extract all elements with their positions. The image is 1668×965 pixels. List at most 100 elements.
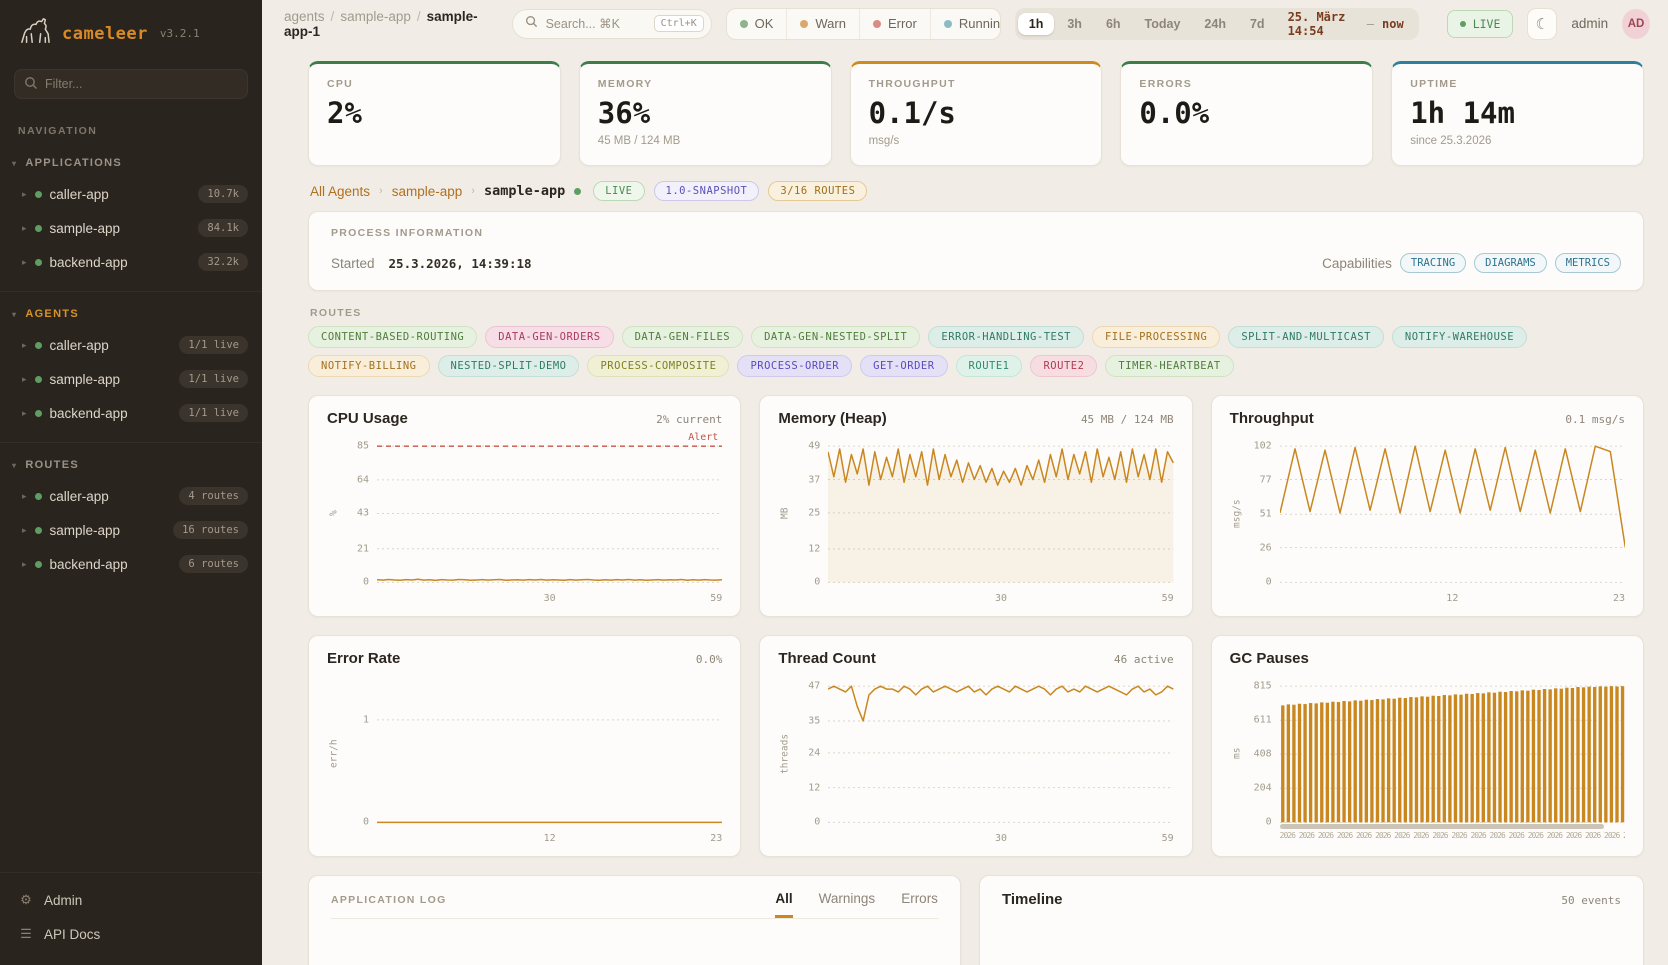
search-input[interactable]	[546, 17, 646, 31]
chevron-right-icon: ▸	[22, 223, 27, 234]
chart-plot-area[interactable]	[828, 437, 1173, 590]
route-chip-route2[interactable]: ROUTE2	[1030, 355, 1097, 377]
route-chip-split-and-multicast[interactable]: SPLIT-AND-MULTICAST	[1228, 326, 1384, 348]
breadcrumb-sample-app[interactable]: sample-app	[340, 9, 411, 24]
chart-plot-area[interactable]	[1280, 437, 1625, 590]
footer-item-api-docs[interactable]: ☰API Docs	[0, 917, 262, 951]
sidebar-item-label: sample-app	[50, 523, 166, 538]
agent-badge-1-0-snapshot: 1.0-SNAPSHOT	[654, 181, 760, 201]
logo[interactable]: cameleer v3.2.1	[0, 0, 262, 61]
capability-chip-tracing: TRACING	[1400, 253, 1466, 273]
time-range-6h[interactable]: 6h	[1095, 13, 1132, 35]
chart-current-value: 46 active	[1114, 653, 1174, 666]
kpi-row: CPU2%MEMORY36%45 MB / 124 MBTHROUGHPUT0.…	[308, 61, 1644, 166]
log-tab-all[interactable]: All	[775, 891, 792, 918]
sidebar-item-sample-app[interactable]: ▸sample-app16 routes	[0, 513, 262, 547]
chart-plot-area[interactable]	[377, 677, 722, 830]
route-chip-timer-heartbeat[interactable]: TIMER-HEARTBEAT	[1105, 355, 1233, 377]
y-tick-label: 43	[357, 508, 369, 519]
time-range-24h[interactable]: 24h	[1193, 13, 1237, 35]
time-range-7d[interactable]: 7d	[1239, 13, 1276, 35]
section-header-routes[interactable]: ▾ROUTES	[0, 453, 262, 479]
sidebar-item-backend-app[interactable]: ▸backend-app6 routes	[0, 547, 262, 581]
kpi-subtext: msg/s	[869, 135, 1084, 147]
route-chip-data-gen-files[interactable]: DATA-GEN-FILES	[622, 326, 744, 348]
chart-card-memory-heap-: Memory (Heap) 45 MB / 124 MB MB 49372512…	[759, 395, 1192, 617]
route-chip-content-based-routing[interactable]: CONTENT-BASED-ROUTING	[308, 326, 477, 348]
chart-card-error-rate: Error Rate 0.0% err/h 10 1223	[308, 635, 741, 857]
section-header-applications[interactable]: ▾APPLICATIONS	[0, 151, 262, 177]
agent-crumb-all[interactable]: All Agents	[310, 184, 370, 199]
sidebar-item-backend-app[interactable]: ▸backend-app1/1 live	[0, 396, 262, 430]
status-filter-error[interactable]: Error	[860, 9, 931, 39]
route-chip-file-processing[interactable]: FILE-PROCESSING	[1092, 326, 1220, 348]
x-range-scrollbar[interactable]	[1280, 824, 1605, 829]
status-filter-label: OK	[755, 16, 774, 31]
main-content: CPU2%MEMORY36%45 MB / 124 MBTHROUGHPUT0.…	[262, 47, 1668, 965]
y-tick-label: 25	[808, 507, 820, 518]
chart-plot-area[interactable]	[828, 677, 1173, 830]
chart-title: Thread Count	[778, 650, 876, 667]
log-tab-warnings[interactable]: Warnings	[819, 891, 876, 918]
status-filter-ok[interactable]: OK	[727, 9, 788, 39]
chart-card-throughput: Throughput 0.1 msg/s msg/s 1027751260 12…	[1211, 395, 1644, 617]
route-chip-data-gen-orders[interactable]: DATA-GEN-ORDERS	[485, 326, 613, 348]
section-header-agents[interactable]: ▾AGENTS	[0, 302, 262, 328]
time-range-today[interactable]: Today	[1134, 13, 1192, 35]
chart-y-ticks: 493725120	[792, 437, 828, 590]
agent-current: sample-app	[484, 183, 565, 199]
global-search[interactable]: Ctrl+K	[512, 9, 712, 39]
route-chip-process-composite[interactable]: PROCESS-COMPOSITE	[587, 355, 729, 377]
route-chip-notify-billing[interactable]: NOTIFY-BILLING	[308, 355, 430, 377]
route-chip-error-handling-test[interactable]: ERROR-HANDLING-TEST	[928, 326, 1084, 348]
agent-crumb-app[interactable]: sample-app	[392, 184, 463, 199]
route-chip-nested-split-demo[interactable]: NESTED-SPLIT-DEMO	[438, 355, 580, 377]
footer-item-admin[interactable]: ⚙Admin	[0, 883, 262, 917]
agent-breadcrumb-bar: All Agents › sample-app › sample-app LIV…	[310, 181, 1642, 201]
sidebar-item-sample-app[interactable]: ▸sample-app1/1 live	[0, 362, 262, 396]
process-info-title: PROCESS INFORMATION	[331, 227, 1621, 239]
app-version: v3.2.1	[160, 27, 200, 40]
chart-plot-area[interactable]	[1280, 677, 1625, 830]
sidebar-item-badge: 1/1 live	[179, 336, 248, 354]
date-range-display[interactable]: 25. März 14:54 – now	[1278, 10, 1416, 38]
sidebar-item-label: caller-app	[50, 187, 191, 202]
route-chip-route1[interactable]: ROUTE1	[956, 355, 1023, 377]
sidebar-item-caller-app[interactable]: ▸caller-app1/1 live	[0, 328, 262, 362]
live-status-badge[interactable]: LIVE	[1447, 10, 1514, 38]
capabilities-label: Capabilities	[1322, 256, 1392, 271]
sidebar-item-caller-app[interactable]: ▸caller-app4 routes	[0, 479, 262, 513]
status-filter-running[interactable]: Running	[931, 9, 1001, 39]
status-filter-warn[interactable]: Warn	[787, 9, 860, 39]
agent-live-dot-icon	[574, 188, 581, 195]
sidebar-item-backend-app[interactable]: ▸backend-app32.2k	[0, 245, 262, 279]
sidebar-section-applications: ▾APPLICATIONS▸caller-app10.7k▸sample-app…	[0, 141, 262, 292]
breadcrumb-agents[interactable]: agents	[284, 9, 325, 24]
chart-y-ticks: 10	[341, 677, 377, 830]
route-chip-process-order[interactable]: PROCESS-ORDER	[737, 355, 852, 377]
y-tick-label: 815	[1254, 681, 1272, 692]
chart-plot-area[interactable]: Alert	[377, 437, 722, 590]
sidebar-item-sample-app[interactable]: ▸sample-app84.1k	[0, 211, 262, 245]
time-range-3h[interactable]: 3h	[1056, 13, 1093, 35]
log-tab-errors[interactable]: Errors	[901, 891, 938, 918]
x-tick-label: 30	[995, 833, 1007, 844]
route-chip-get-order[interactable]: GET-ORDER	[860, 355, 947, 377]
time-range-1h[interactable]: 1h	[1018, 13, 1055, 35]
avatar[interactable]: AD	[1622, 9, 1650, 39]
chevron-right-icon: ▸	[22, 525, 27, 536]
route-chip-notify-warehouse[interactable]: NOTIFY-WAREHOUSE	[1392, 326, 1527, 348]
chart-y-axis-label: MB	[778, 437, 792, 590]
date-range-now: now	[1382, 17, 1404, 31]
chart-x-ticks: 3059	[828, 830, 1173, 846]
y-tick-label: 37	[808, 474, 820, 485]
camel-logo-icon	[18, 16, 52, 51]
filter-input[interactable]	[14, 69, 248, 99]
status-dot-icon	[800, 20, 808, 28]
dark-mode-toggle[interactable]: ☾	[1527, 8, 1557, 40]
route-chip-data-gen-nested-split[interactable]: DATA-GEN-NESTED-SPLIT	[751, 326, 920, 348]
capability-chip-metrics: METRICS	[1555, 253, 1621, 273]
sidebar-item-caller-app[interactable]: ▸caller-app10.7k	[0, 177, 262, 211]
kpi-value: 0.1/s	[869, 96, 1084, 130]
y-tick-label: 611	[1254, 715, 1272, 726]
